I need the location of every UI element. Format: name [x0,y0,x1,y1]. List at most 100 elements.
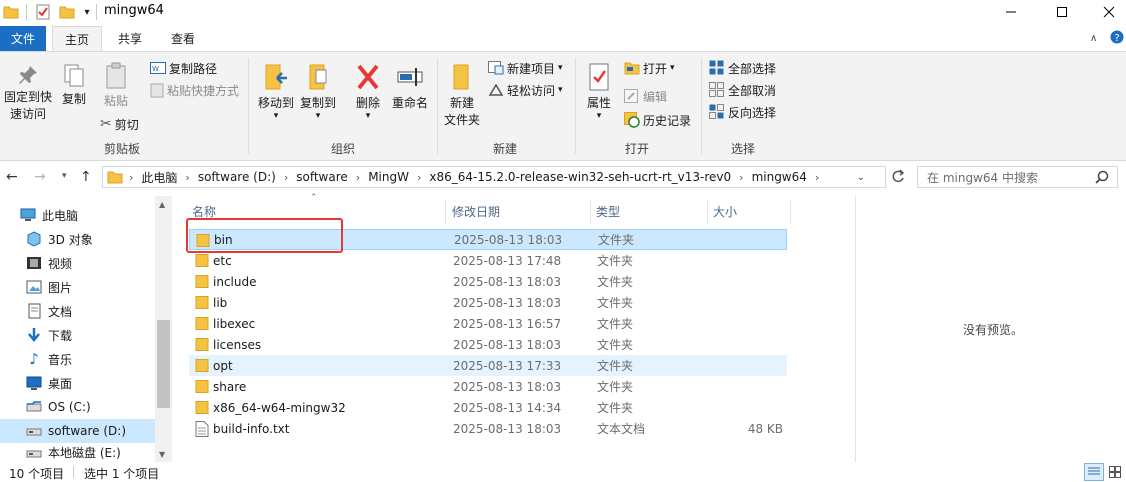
organize-group-label: 组织 [331,142,356,156]
delete-button[interactable]: 删除 ▾ [352,62,384,121]
recent-locations-icon[interactable]: ▾ [62,171,67,181]
chevron-right-icon[interactable]: › [739,171,743,184]
forward-arrow-icon[interactable]: → [34,169,46,185]
breadcrumb-this-pc[interactable]: 此电脑 [141,169,177,186]
breadcrumb-mingw[interactable]: MingW [368,170,409,184]
delete-x-icon [357,64,379,90]
column-header-type[interactable]: 类型 [591,199,708,224]
invert-selection-button[interactable]: 反向选择 [709,102,776,122]
chevron-right-icon[interactable]: › [129,171,133,184]
scroll-up-icon[interactable]: ▲ [159,200,165,209]
nav-item-videos[interactable]: 视频 [0,251,155,275]
breadcrumb-release[interactable]: x86_64-15.2.0-release-win32-seh-ucrt-rt_… [429,170,731,184]
properties-button[interactable]: 属性 ▾ [583,62,615,121]
pin-quick-access-button[interactable]: 固定到快 速访问 [2,64,54,123]
nav-item-desktop[interactable]: 桌面 [0,371,155,395]
copy-button[interactable]: 复制 [58,64,90,108]
nav-item-pictures[interactable]: 图片 [0,275,155,299]
copy-path-button[interactable]: W 复制路径 [150,58,217,78]
chevron-right-icon[interactable]: › [356,171,360,184]
new-folder-button[interactable]: 新建 文件夹 [442,62,482,129]
file-row[interactable]: build-info.txt 2025-08-13 18:03 文本文档 48 KB [189,418,787,439]
large-icons-view-button[interactable] [1106,464,1124,480]
nav-item-music[interactable]: ♪ 音乐 [0,347,155,371]
copy-path-icon: W [150,62,166,74]
chevron-right-icon[interactable]: › [185,171,189,184]
dropdown-arrow-icon: ▾ [315,111,321,121]
select-all-button[interactable]: 全部选择 [709,58,776,78]
nav-item-drive-e[interactable]: 本地磁盘 (E:) [0,443,155,462]
copy-icon [64,64,84,87]
new-item-icon [488,61,504,75]
nav-item-drive-c[interactable]: OS (C:) [0,395,155,419]
file-row[interactable]: bin 2025-08-13 18:03 文件夹 [189,229,787,250]
nav-item-this-pc[interactable]: 此电脑 [0,203,155,227]
column-header-date[interactable]: 修改日期 [447,199,591,224]
select-none-button[interactable]: 全部取消 [709,80,776,100]
history-button[interactable]: 历史记录 [624,110,691,130]
file-row[interactable]: share 2025-08-13 18:03 文件夹 [189,376,787,397]
copy-to-button[interactable]: 复制到 ▾ [297,62,339,121]
properties-check-icon[interactable] [34,3,52,21]
refresh-icon[interactable] [891,169,907,185]
new-folder-quick-icon[interactable] [58,3,76,21]
file-name: lib [213,295,228,310]
folder-icon [195,316,209,330]
help-icon[interactable]: ? [1110,30,1124,44]
file-row[interactable]: lib 2025-08-13 18:03 文件夹 [189,292,787,313]
file-row[interactable]: licenses 2025-08-13 18:03 文件夹 [189,334,787,355]
new-item-button[interactable]: 新建项目 ▾ [488,58,563,78]
scrollbar-thumb[interactable] [157,320,170,408]
tab-file[interactable]: 文件 [0,26,46,51]
nav-item-3d-objects[interactable]: 3D 对象 [0,227,155,251]
paste-button[interactable]: 粘贴 [100,62,132,110]
breadcrumb-mingw64[interactable]: mingw64 [752,170,807,184]
easy-access-button[interactable]: 轻松访问 ▾ [488,80,563,100]
column-header-size[interactable]: 大小 [708,199,791,224]
tab-home[interactable]: 主页 [52,26,102,51]
nav-item-downloads[interactable]: 下载 [0,323,155,347]
file-type: 文件夹 [598,233,635,247]
breadcrumb-drive-d[interactable]: software (D:) [198,170,276,184]
details-view-button[interactable] [1084,463,1104,481]
tab-view[interactable]: 查看 [158,26,208,51]
address-bar[interactable]: › 此电脑 › software (D:) › software › MingW… [102,166,886,188]
file-row[interactable]: x86_64-w64-mingw32 2025-08-13 14:34 文件夹 [189,397,787,418]
nav-item-documents[interactable]: 文档 [0,299,155,323]
maximize-button[interactable] [1039,0,1085,24]
open-button[interactable]: 打开 ▾ [624,58,675,78]
clipboard-group-label: 剪贴板 [104,142,141,156]
file-row[interactable]: libexec 2025-08-13 16:57 文件夹 [189,313,787,334]
dropdown-arrow-icon: ▾ [596,111,602,121]
file-row[interactable]: opt 2025-08-13 17:33 文件夹 [189,355,787,376]
nav-scrollbar[interactable]: ▲ ▼ [155,196,172,462]
scroll-down-icon[interactable]: ▼ [159,450,165,459]
chevron-right-icon[interactable]: › [284,171,288,184]
file-name: build-info.txt [213,421,290,436]
column-header-name[interactable]: 名称 [187,199,446,224]
address-dropdown-icon[interactable]: ⌄ [857,172,865,183]
tab-share[interactable]: 共享 [106,26,154,51]
move-to-button[interactable]: 移动到 ▾ [255,62,297,121]
group-separator [248,58,249,154]
breadcrumb-software[interactable]: software [296,170,348,184]
file-row[interactable]: include 2025-08-13 18:03 文件夹 [189,271,787,292]
minimize-button[interactable] [988,0,1034,24]
cut-button[interactable]: ✂ 剪切 [100,114,139,134]
back-arrow-icon[interactable]: ← [6,169,18,185]
file-row[interactable]: etc 2025-08-13 17:48 文件夹 [189,250,787,271]
close-button[interactable] [1086,0,1126,24]
nav-item-drive-d[interactable]: software (D:) [0,419,155,443]
edit-button[interactable]: 编辑 [624,86,667,106]
rename-button[interactable]: 重命名 [389,62,431,112]
collapse-ribbon-icon[interactable]: ∧ [1090,33,1097,44]
paste-shortcut-button[interactable]: 粘贴快捷方式 [150,80,239,100]
chevron-right-icon[interactable]: › [417,171,421,184]
search-input[interactable]: 在 mingw64 中搜索 [917,166,1118,188]
chevron-right-icon[interactable]: › [815,171,819,184]
customize-toolbar-icon[interactable]: ▾ [78,3,96,21]
video-icon [26,255,42,271]
select-all-icon [709,60,724,75]
up-arrow-icon[interactable]: ↑ [80,169,92,185]
search-icon[interactable] [1095,170,1109,184]
